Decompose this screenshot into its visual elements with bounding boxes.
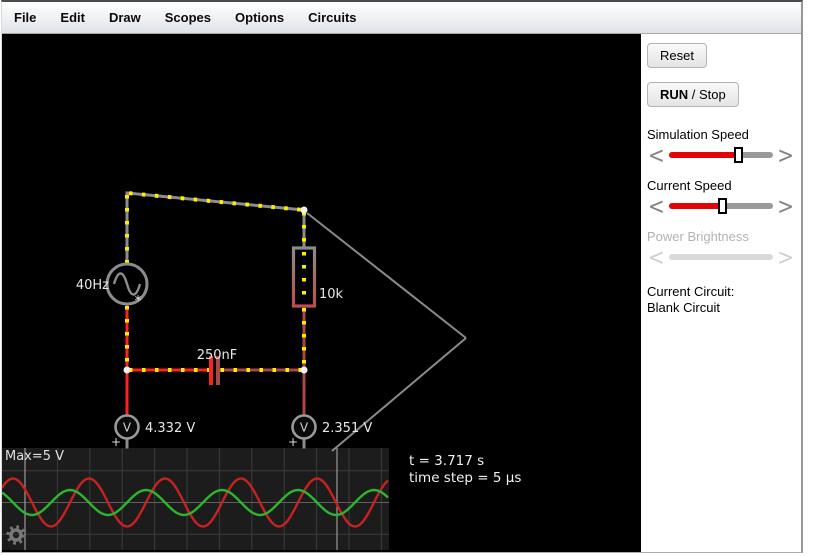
time-step-label: time step = 5 µs [409, 470, 521, 486]
page: File Edit Draw Scopes Options Circuits Max=5 … [0, 0, 826, 556]
junction-node[interactable] [300, 206, 308, 214]
power-brightness-track [668, 254, 774, 260]
sidebar: Reset RUN / Stop Simulation Speed < > Cu… [641, 34, 801, 552]
slider-decrease-icon: < [648, 243, 665, 271]
slider-increase-icon[interactable]: > [776, 194, 795, 217]
reset-button[interactable]: Reset [647, 43, 707, 68]
junction-node[interactable] [300, 366, 308, 374]
slider-increase-icon: > [777, 243, 794, 271]
slider-decrease-icon[interactable]: < [647, 143, 666, 166]
simulation-speed-track[interactable] [668, 147, 774, 163]
component-label: * [135, 294, 142, 309]
slider-fill [668, 152, 738, 158]
junction-node[interactable] [123, 366, 131, 374]
component-label: 4.332 V [145, 421, 195, 436]
resistor-10k[interactable] [291, 246, 317, 308]
current-speed-slider: < > [647, 194, 795, 217]
svg-text:V: V [123, 421, 132, 435]
slider-fill [668, 203, 723, 209]
scope-panel[interactable]: Max=5 V [2, 448, 389, 550]
svg-text:V: V [300, 421, 309, 435]
menu-item-options[interactable]: Options [223, 3, 296, 33]
menu-item-scopes[interactable]: Scopes [153, 3, 223, 33]
app-window: File Edit Draw Scopes Options Circuits Max=5 … [1, 0, 803, 553]
slider-decrease-icon[interactable]: < [647, 194, 666, 217]
circuit-canvas[interactable]: Max=5 Vt = 3.717 s time step = 5 µs V + V +40… [2, 34, 641, 552]
plus-terminal-label: + [288, 435, 298, 449]
current-speed-track[interactable] [668, 198, 774, 214]
slider-increase-icon[interactable]: > [776, 143, 795, 166]
component-label: 250nF [197, 348, 238, 363]
current-circuit-value: Blank Circuit [647, 300, 720, 315]
voltmeter-2[interactable]: V+ [288, 414, 317, 450]
component-label: 40Hz [76, 278, 109, 293]
run-stop-button[interactable]: RUN / Stop [647, 82, 739, 107]
simulation-speed-handle[interactable] [733, 147, 743, 163]
menu-item-circuits[interactable]: Circuits [296, 3, 368, 33]
menu-item-draw[interactable]: Draw [97, 3, 153, 33]
simulation-speed-slider: < > [647, 143, 795, 166]
menu-bar: File Edit Draw Scopes Options Circuits [2, 2, 801, 34]
power-brightness-label: Power Brightness [647, 229, 749, 244]
drawn-line[interactable] [306, 212, 467, 339]
plus-terminal-label: + [111, 435, 121, 449]
menu-item-file[interactable]: File [2, 3, 48, 33]
current-speed-handle[interactable] [718, 198, 728, 214]
current-speed-label: Current Speed [647, 178, 732, 193]
component-label: 10k [319, 287, 344, 302]
component-label: 2.351 V [322, 421, 372, 436]
voltmeter-1[interactable]: V+ [111, 414, 140, 450]
scope-max-label: Max=5 V [5, 449, 64, 464]
simulation-speed-label: Simulation Speed [647, 127, 749, 142]
power-brightness-slider: < > [647, 243, 795, 271]
current-circuit-label: Current Circuit: [647, 284, 735, 299]
sim-time-label: t = 3.717 s [409, 453, 484, 469]
menu-item-edit[interactable]: Edit [48, 3, 97, 33]
wire[interactable] [125, 191, 306, 212]
